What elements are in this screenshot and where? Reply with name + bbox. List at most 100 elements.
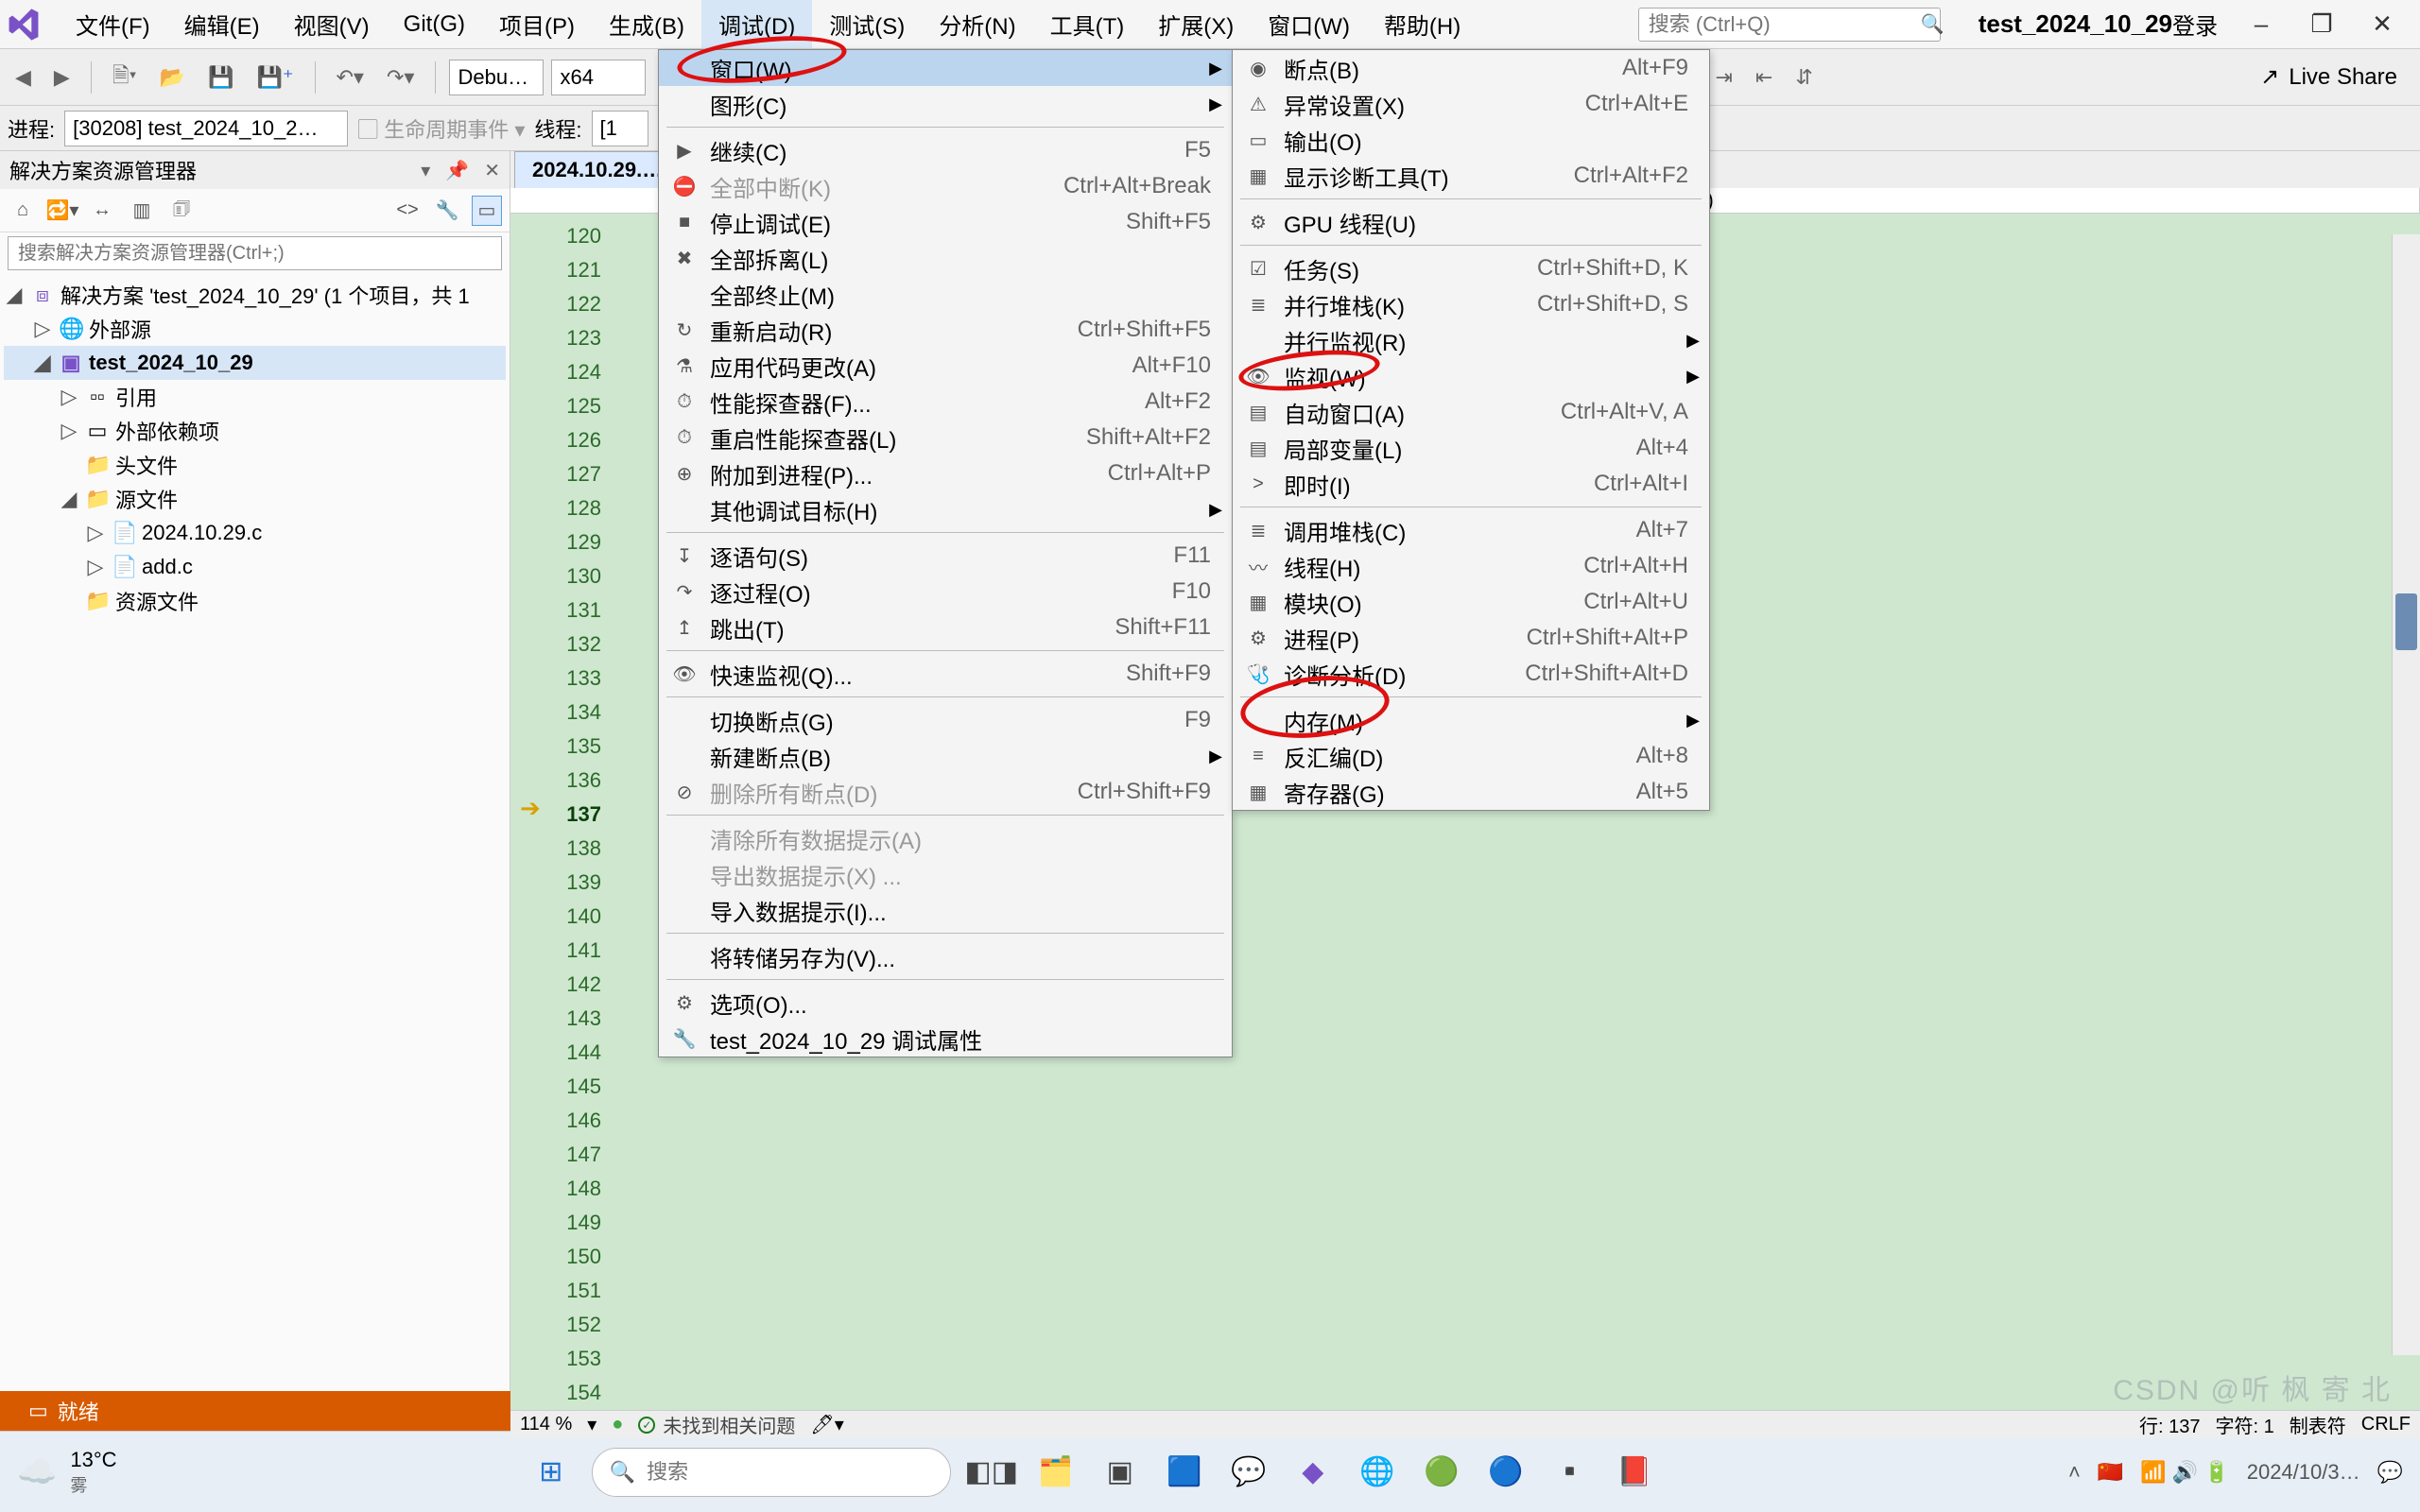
terminal-icon[interactable]: ▣: [1097, 1449, 1144, 1496]
tree-project[interactable]: test_2024_10_29: [89, 351, 253, 375]
debug-menu-item-29[interactable]: 将转储另存为(V)...: [659, 938, 1232, 974]
tray-wifi-icon[interactable]: 📶 🔊 🔋: [2140, 1460, 2229, 1485]
debug-menu-item-6[interactable]: ✖全部拆离(L): [659, 240, 1232, 276]
undo-icon[interactable]: ↶▾: [329, 61, 372, 94]
explorer-icon[interactable]: 🗂️: [1032, 1449, 1080, 1496]
nav-back-icon[interactable]: ◀: [8, 61, 39, 94]
quick-search[interactable]: 🔍: [1638, 8, 1941, 42]
zoom-level[interactable]: 114 %: [520, 1414, 572, 1435]
step-icon3[interactable]: ⇵: [1788, 61, 1820, 94]
redo-icon[interactable]: ↷▾: [379, 61, 422, 94]
edge-icon[interactable]: 🌐: [1354, 1449, 1401, 1496]
minimize-button[interactable]: –: [2244, 8, 2278, 42]
tree-dep[interactable]: 外部依赖项: [115, 416, 219, 446]
windows-submenu-item-7[interactable]: ☑任务(S)Ctrl+Shift+D, K: [1233, 250, 1709, 286]
debug-menu-item-7[interactable]: 全部终止(M): [659, 276, 1232, 312]
app-icon-3[interactable]: 🟢: [1418, 1449, 1465, 1496]
debug-menu-item-19[interactable]: 👁快速监视(Q)...Shift+F9: [659, 656, 1232, 692]
debug-menu-item-10[interactable]: ⏱性能探查器(F)...Alt+F2: [659, 384, 1232, 420]
taskbar-search-input[interactable]: [647, 1460, 933, 1485]
debug-menu-item-8[interactable]: ↻重新启动(R)Ctrl+Shift+F5: [659, 312, 1232, 348]
windows-submenu-item-16[interactable]: 〰线程(H)Ctrl+Alt+H: [1233, 548, 1709, 584]
tray-notif-icon[interactable]: 💬: [2377, 1460, 2403, 1485]
panel-dropdown-icon[interactable]: ▾: [421, 159, 430, 182]
debug-menu-item-27[interactable]: 导入数据提示(I)...: [659, 892, 1232, 928]
step-icon1[interactable]: ⇥: [1707, 61, 1739, 94]
tray-lang-icon[interactable]: 🇨🇳: [2098, 1460, 2123, 1485]
save-icon[interactable]: 💾: [200, 61, 241, 94]
system-tray[interactable]: ˄ 🇨🇳 📶 🔊 🔋 2024/10/3… 💬: [2068, 1460, 2403, 1485]
debug-menu-item-3[interactable]: ▶继续(C)F5: [659, 132, 1232, 168]
menu-git[interactable]: Git(G): [387, 0, 482, 48]
nav-fwd-icon[interactable]: ▶: [46, 61, 78, 94]
refresh-icon[interactable]: 🗊: [166, 196, 197, 226]
view-icon[interactable]: ▭: [472, 196, 502, 226]
tree-external[interactable]: 外部源: [89, 314, 151, 344]
windows-submenu-item-8[interactable]: ≣并行堆栈(K)Ctrl+Shift+D, S: [1233, 286, 1709, 322]
quick-search-input[interactable]: [1649, 12, 1921, 37]
home-icon[interactable]: ⌂: [8, 196, 38, 226]
tree-sources[interactable]: 源文件: [115, 484, 178, 514]
editor-tab-active[interactable]: 2024.10.29.…: [514, 151, 681, 188]
issues-status[interactable]: ✓未找到相关问题: [638, 1411, 795, 1438]
windows-submenu-item-17[interactable]: ▦模块(O)Ctrl+Alt+U: [1233, 584, 1709, 620]
editor-scrollbar[interactable]: [2392, 234, 2420, 1355]
thread-combo[interactable]: [1: [592, 111, 648, 146]
panel-search[interactable]: [0, 232, 510, 274]
platform-combo[interactable]: x64: [551, 60, 646, 95]
open-icon[interactable]: 📂: [152, 61, 193, 94]
step-icon2[interactable]: ⇤: [1748, 61, 1780, 94]
tree-headers[interactable]: 头文件: [115, 450, 178, 480]
code-icon[interactable]: <>: [392, 196, 423, 226]
windows-submenu-item-3[interactable]: ▦显示诊断工具(T)Ctrl+Alt+F2: [1233, 158, 1709, 194]
menu-工具[interactable]: 工具(T): [1033, 0, 1142, 48]
windows-submenu-item-12[interactable]: ▤局部变量(L)Alt+4: [1233, 430, 1709, 466]
debug-menu-item-21[interactable]: 切换断点(G)F9: [659, 702, 1232, 738]
debug-menu-item-1[interactable]: 图形(C)▶: [659, 86, 1232, 122]
debug-menu-item-17[interactable]: ↥跳出(T)Shift+F11: [659, 610, 1232, 645]
windows-submenu-item-22[interactable]: ≡反汇编(D)Alt+8: [1233, 738, 1709, 774]
menu-分析[interactable]: 分析(N): [922, 0, 1032, 48]
start-icon[interactable]: ⊞: [527, 1449, 575, 1496]
menu-编辑[interactable]: 编辑(E): [167, 0, 277, 48]
lifecycle-events[interactable]: ▢ 生命周期事件 ▾: [357, 113, 525, 144]
windows-submenu-item-0[interactable]: ◉断点(B)Alt+F9: [1233, 50, 1709, 86]
debug-menu-item-5[interactable]: ■停止调试(E)Shift+F5: [659, 204, 1232, 240]
solution-tree[interactable]: ◢⧈解决方案 'test_2024_10_29' (1 个项目，共 1 ▷🌐外部…: [0, 274, 510, 1391]
panel-pin-icon[interactable]: 📌: [445, 159, 469, 182]
maximize-button[interactable]: ❐: [2305, 8, 2339, 42]
menu-视图[interactable]: 视图(V): [277, 0, 387, 48]
nav-member[interactable]: ◇ main(): [1620, 188, 2420, 213]
app-icon-2[interactable]: 💬: [1225, 1449, 1272, 1496]
windows-submenu-item-1[interactable]: ⚠异常设置(X)Ctrl+Alt+E: [1233, 86, 1709, 122]
wrench-icon[interactable]: 🔧: [432, 196, 462, 226]
debug-menu-item-11[interactable]: ⏱重启性能探查器(L)Shift+Alt+F2: [659, 420, 1232, 455]
collapse-icon[interactable]: ↔: [87, 196, 117, 226]
debug-menu-item-12[interactable]: ⊕附加到进程(P)...Ctrl+Alt+P: [659, 455, 1232, 491]
process-combo[interactable]: [30208] test_2024_10_2…: [64, 111, 348, 146]
windows-submenu-item-23[interactable]: ▦寄存器(G)Alt+5: [1233, 774, 1709, 810]
task-view-icon[interactable]: ◧◨: [968, 1449, 1015, 1496]
taskbar-search[interactable]: 🔍: [592, 1448, 951, 1497]
menu-文件[interactable]: 文件(F): [59, 0, 167, 48]
debug-menu-item-15[interactable]: ↧逐语句(S)F11: [659, 538, 1232, 574]
new-item-icon[interactable]: 🗎▾: [105, 56, 145, 99]
menu-项目[interactable]: 项目(P): [482, 0, 592, 48]
tree-ref[interactable]: 引用: [115, 382, 157, 412]
tray-time[interactable]: 2024/10/3…: [2247, 1460, 2360, 1485]
vs-icon[interactable]: ◆: [1289, 1449, 1337, 1496]
tree-res[interactable]: 资源文件: [115, 586, 199, 616]
debug-menu-item-16[interactable]: ↷逐过程(O)F10: [659, 574, 1232, 610]
close-button[interactable]: ✕: [2365, 8, 2399, 42]
tree-file2[interactable]: add.c: [142, 555, 193, 579]
debug-menu-item-32[interactable]: 🔧test_2024_10_29 调试属性: [659, 1021, 1232, 1057]
config-combo[interactable]: Debu…: [449, 60, 544, 95]
panel-search-input[interactable]: [8, 236, 502, 270]
sync-icon[interactable]: 🔁▾: [47, 196, 78, 226]
windows-submenu-item-2[interactable]: ▭输出(O): [1233, 122, 1709, 158]
show-all-icon[interactable]: ▥: [127, 196, 157, 226]
tray-chevron-icon[interactable]: ˄: [2068, 1460, 2081, 1485]
app-icon-4[interactable]: 📕: [1611, 1449, 1658, 1496]
panel-close-icon[interactable]: ✕: [484, 159, 500, 182]
windows-submenu-item-5[interactable]: ⚙GPU 线程(U): [1233, 204, 1709, 240]
